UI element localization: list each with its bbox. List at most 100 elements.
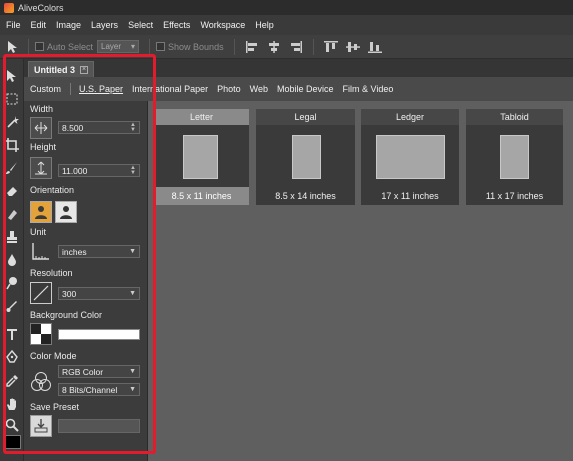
- preset-name-input[interactable]: [58, 419, 140, 433]
- background-color-label: Background Color: [30, 310, 103, 320]
- options-divider: [149, 38, 151, 55]
- align-right-icon[interactable]: [288, 39, 304, 55]
- height-value: 11.000: [62, 165, 88, 176]
- menu-file[interactable]: File: [6, 20, 21, 30]
- height-label: Height: [30, 142, 57, 152]
- stamp-tool-icon[interactable]: [3, 228, 21, 246]
- auto-select-checkbox[interactable]: [35, 42, 44, 51]
- paper-shape: [292, 135, 321, 179]
- save-preset-button[interactable]: [30, 415, 52, 437]
- align-center-icon[interactable]: [266, 39, 282, 55]
- unit-value: inches: [62, 246, 87, 257]
- app-logo-icon: [4, 2, 14, 13]
- foreground-color-swatch[interactable]: [3, 435, 21, 449]
- tab-film-video[interactable]: Film & Video: [343, 84, 394, 94]
- preset-card-tabloid[interactable]: Tabloid 11 x 17 inches: [466, 109, 563, 205]
- menu-bar: File Edit Image Layers Select Effects Wo…: [0, 15, 573, 35]
- layer-select[interactable]: Layer ▾: [97, 40, 140, 53]
- menu-image[interactable]: Image: [56, 20, 81, 30]
- menu-workspace[interactable]: Workspace: [200, 20, 245, 30]
- gradient-tool-icon[interactable]: [3, 205, 21, 223]
- menu-help[interactable]: Help: [255, 20, 274, 30]
- preset-card-name: Letter: [154, 109, 249, 125]
- unit-label: Unit: [30, 227, 47, 237]
- preset-card-name: Legal: [256, 109, 355, 125]
- color-mode-value: RGB Color: [62, 366, 104, 377]
- menu-edit[interactable]: Edit: [31, 20, 47, 30]
- move-tool-icon[interactable]: [3, 67, 21, 85]
- tab-web[interactable]: Web: [250, 84, 268, 94]
- paper-shape: [500, 135, 529, 179]
- preset-preview: [154, 125, 249, 187]
- smudge-tool-icon[interactable]: [3, 297, 21, 315]
- ruler-icon: [30, 240, 52, 262]
- dodge-tool-icon[interactable]: [3, 274, 21, 292]
- preset-card-size: 17 x 11 inches: [361, 187, 459, 205]
- options-divider: [312, 38, 314, 55]
- menu-effects[interactable]: Effects: [163, 20, 190, 30]
- color-mode-label: Color Mode: [30, 351, 77, 361]
- preset-card-ledger[interactable]: Ledger 17 x 11 inches: [361, 109, 459, 205]
- bit-depth-select[interactable]: 8 Bits/Channel ▼: [58, 383, 140, 396]
- pen-tool-icon[interactable]: [3, 348, 21, 366]
- chevron-down-icon: ▼: [129, 290, 136, 297]
- preset-card-size: 8.5 x 14 inches: [256, 187, 355, 205]
- width-value: 8.500: [62, 122, 84, 133]
- crop-tool-icon[interactable]: [3, 136, 21, 154]
- tab-mobile-device[interactable]: Mobile Device: [277, 84, 334, 94]
- hand-tool-icon[interactable]: [3, 395, 21, 413]
- layer-select-value: Layer: [101, 42, 122, 51]
- menu-layers[interactable]: Layers: [91, 20, 118, 30]
- height-input[interactable]: 11.000 ▲ ▼: [58, 164, 140, 177]
- show-bounds-label: Show Bounds: [168, 41, 224, 52]
- eyedropper-tool-icon[interactable]: [3, 372, 21, 390]
- tab-international-paper[interactable]: International Paper: [132, 84, 208, 94]
- marquee-tool-icon[interactable]: [3, 90, 21, 108]
- zoom-tool-icon[interactable]: [3, 416, 21, 434]
- tab-custom[interactable]: Custom: [30, 84, 61, 94]
- orientation-label: Orientation: [30, 185, 75, 195]
- eraser-tool-icon[interactable]: [3, 182, 21, 200]
- auto-select-label: Auto Select: [47, 41, 94, 52]
- preset-card-letter[interactable]: Letter 8.5 x 11 inches: [154, 109, 249, 205]
- blur-tool-icon[interactable]: [3, 251, 21, 269]
- close-icon[interactable]: ×: [80, 65, 89, 74]
- options-divider: [28, 38, 29, 55]
- align-middle-icon[interactable]: [345, 39, 361, 55]
- chevron-down-icon: ▼: [129, 248, 136, 255]
- width-label: Width: [30, 104, 54, 114]
- preset-preview: [466, 125, 563, 187]
- width-icon: [30, 117, 52, 139]
- stepper-arrows-icon[interactable]: ▲ ▼: [130, 165, 136, 176]
- landscape-orientation-button[interactable]: [55, 201, 77, 223]
- unit-select[interactable]: inches ▼: [58, 245, 140, 258]
- paper-shape: [376, 135, 445, 179]
- align-left-icon[interactable]: [244, 39, 260, 55]
- text-tool-icon[interactable]: [3, 325, 21, 343]
- align-bottom-icon[interactable]: [367, 39, 383, 55]
- document-tab[interactable]: Untitled 3 ×: [28, 61, 94, 77]
- move-tool-icon[interactable]: [4, 38, 22, 56]
- tab-us-paper[interactable]: U.S. Paper: [79, 84, 123, 94]
- preset-preview: [256, 125, 355, 187]
- background-color-field[interactable]: [58, 329, 140, 340]
- tab-photo[interactable]: Photo: [217, 84, 241, 94]
- title-bar: AliveColors: [0, 0, 573, 15]
- preset-card-size: 11 x 17 inches: [466, 187, 563, 205]
- magic-wand-icon[interactable]: [3, 113, 21, 131]
- align-top-icon[interactable]: [323, 39, 339, 55]
- resolution-select[interactable]: 300 ▼: [58, 287, 140, 300]
- preset-card-name: Ledger: [361, 109, 459, 125]
- tab-divider: [70, 83, 72, 95]
- menu-select[interactable]: Select: [128, 20, 153, 30]
- width-input[interactable]: 8.500 ▲ ▼: [58, 121, 140, 134]
- preset-card-legal[interactable]: Legal 8.5 x 14 inches: [256, 109, 355, 205]
- stepper-arrows-icon[interactable]: ▲ ▼: [130, 122, 136, 133]
- show-bounds-checkbox[interactable]: [156, 42, 166, 51]
- portrait-orientation-button[interactable]: [30, 201, 52, 223]
- resolution-label: Resolution: [30, 268, 73, 278]
- save-preset-label: Save Preset: [30, 402, 80, 412]
- color-mode-select[interactable]: RGB Color ▼: [58, 365, 140, 378]
- brush-tool-icon[interactable]: [3, 159, 21, 177]
- document-tab-strip: Untitled 3 ×: [24, 59, 573, 77]
